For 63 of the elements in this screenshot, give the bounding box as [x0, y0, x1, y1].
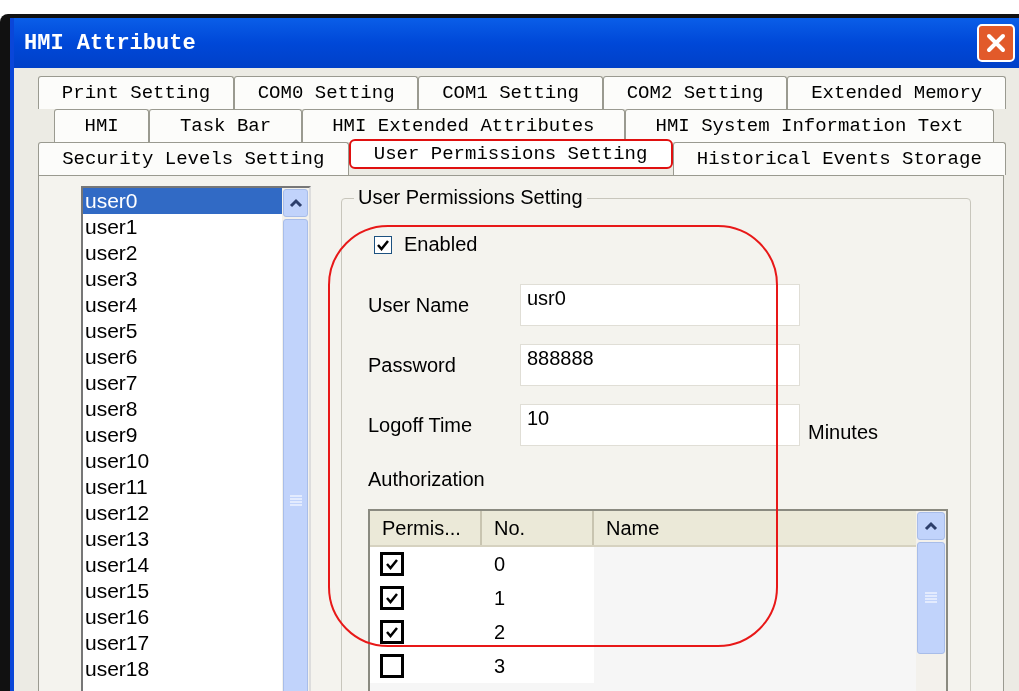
- grip-icon: [288, 495, 303, 507]
- user-list-item[interactable]: user13: [83, 526, 282, 552]
- column-header[interactable]: Name: [594, 511, 916, 545]
- input-field[interactable]: usr0: [520, 284, 800, 326]
- column-header[interactable]: No.: [482, 511, 594, 545]
- table-cell: 3: [482, 649, 594, 683]
- user-list-item[interactable]: user11: [83, 474, 282, 500]
- permission-checkbox[interactable]: [380, 654, 404, 678]
- tab[interactable]: User Permissions Setting: [348, 139, 673, 169]
- close-icon: [985, 32, 1007, 54]
- chevron-up-icon: [924, 521, 938, 531]
- grip-icon: [924, 592, 938, 604]
- user-list-item[interactable]: user16: [83, 604, 282, 630]
- scrollbar[interactable]: [916, 511, 946, 691]
- unit-label: Minutes: [808, 420, 879, 444]
- input-field[interactable]: 888888: [520, 344, 800, 386]
- authorization-label: Authorization: [368, 468, 486, 491]
- table-cell: 0: [482, 547, 594, 581]
- user-list-item[interactable]: user7: [83, 370, 282, 396]
- user-list-item[interactable]: user18: [83, 656, 282, 682]
- tab[interactable]: COM1 Setting: [418, 76, 603, 109]
- user-list-item[interactable]: user4: [83, 292, 282, 318]
- table-cell: 2: [482, 615, 594, 649]
- group-title: User Permissions Setting: [354, 186, 587, 209]
- user-list-item[interactable]: user0: [83, 188, 282, 214]
- enabled-label: Enabled: [404, 233, 478, 256]
- field-label: Password: [368, 353, 457, 377]
- tab[interactable]: Task Bar: [149, 109, 302, 142]
- field-label: Logoff Time: [368, 413, 474, 437]
- tab[interactable]: Security Levels Setting: [38, 142, 349, 175]
- scroll-up-button[interactable]: [917, 512, 945, 540]
- user-list-item[interactable]: user10: [83, 448, 282, 474]
- tab[interactable]: Print Setting: [38, 76, 234, 109]
- permission-checkbox[interactable]: [380, 552, 404, 576]
- user-list-item[interactable]: user6: [83, 344, 282, 370]
- window-title: HMI Attribute: [24, 30, 196, 56]
- input-field[interactable]: 10: [520, 404, 800, 446]
- user-list-item[interactable]: user5: [83, 318, 282, 344]
- scroll-thumb[interactable]: [917, 542, 945, 654]
- tab[interactable]: HMI System Information Text: [625, 109, 994, 142]
- table-cell: 1: [482, 581, 594, 615]
- user-list-item[interactable]: user1: [83, 214, 282, 240]
- permission-checkbox[interactable]: [380, 620, 404, 644]
- user-list-item[interactable]: user14: [83, 552, 282, 578]
- scroll-up-button[interactable]: [283, 189, 308, 217]
- enabled-checkbox[interactable]: [374, 235, 392, 254]
- permission-checkbox[interactable]: [380, 586, 404, 610]
- close-button[interactable]: [977, 24, 1015, 62]
- tab[interactable]: Extended Memory: [787, 76, 1007, 109]
- user-list-item[interactable]: user17: [83, 630, 282, 656]
- user-list-item[interactable]: user9: [83, 422, 282, 448]
- user-list-item[interactable]: user2: [83, 240, 282, 266]
- user-list-item[interactable]: user3: [83, 266, 282, 292]
- field-label: User Name: [368, 293, 471, 317]
- chevron-up-icon: [288, 198, 303, 208]
- tab[interactable]: COM2 Setting: [602, 76, 788, 109]
- tab[interactable]: COM0 Setting: [233, 76, 419, 109]
- user-list-item[interactable]: user12: [83, 500, 282, 526]
- user-list-item[interactable]: user8: [83, 396, 282, 422]
- column-header[interactable]: Permis...: [370, 511, 482, 545]
- user-list-item[interactable]: user15: [83, 578, 282, 604]
- tab[interactable]: Historical Events Storage: [672, 142, 1006, 175]
- tab[interactable]: HMI: [54, 109, 150, 142]
